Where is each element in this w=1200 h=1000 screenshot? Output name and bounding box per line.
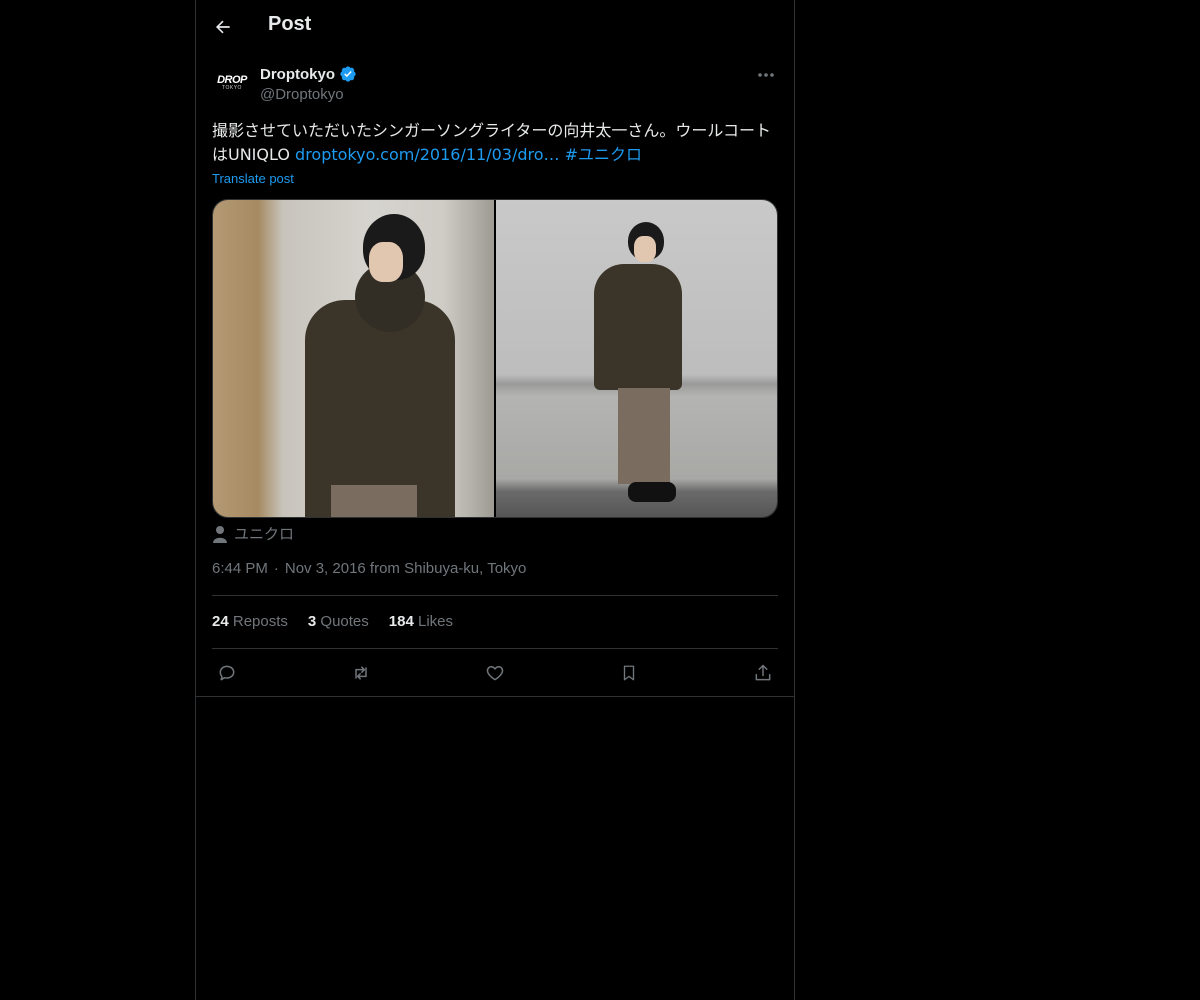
reposts-stat[interactable]: 24 Reposts <box>212 613 288 630</box>
share-button[interactable] <box>748 660 778 686</box>
post-link[interactable]: droptokyo.com/2016/11/03/dro… <box>295 145 560 164</box>
post-metadata: 6:44 PM · Nov 3, 2016 from Shibuya-ku, T… <box>212 560 526 577</box>
post-actions <box>212 660 778 686</box>
divider <box>212 648 778 649</box>
post-date-location[interactable]: Nov 3, 2016 from Shibuya-ku, Tokyo <box>285 560 527 577</box>
photo-subject-shoes <box>628 482 676 502</box>
person-icon <box>213 525 227 543</box>
post-bottom-divider <box>196 696 794 697</box>
photo-subject-pants <box>331 485 417 517</box>
quotes-stat[interactable]: 3 Quotes <box>308 613 369 630</box>
post-media <box>212 199 778 518</box>
back-button[interactable] <box>206 10 240 44</box>
post-hashtag[interactable]: #ユニクロ <box>565 145 642 164</box>
name-row: Droptokyo <box>260 65 357 83</box>
repost-icon <box>355 666 367 680</box>
reply-icon <box>219 665 235 681</box>
bookmark-icon <box>623 665 635 681</box>
post-author: DROP TOKYO Droptokyo @Droptokyo <box>212 63 778 107</box>
translate-post-link[interactable]: Translate post <box>212 171 294 186</box>
post-time[interactable]: 6:44 PM <box>212 560 268 577</box>
share-icon <box>755 664 771 681</box>
arrow-left-icon <box>216 20 230 34</box>
author-display-name[interactable]: Droptokyo <box>260 66 335 83</box>
photo-subject-pants <box>618 388 670 484</box>
avatar-logo-text: DROP <box>217 74 247 86</box>
author-handle[interactable]: @Droptokyo <box>260 86 344 103</box>
likes-stat[interactable]: 184 Likes <box>389 613 453 630</box>
post-photo-1[interactable] <box>213 200 494 517</box>
post-detail-column: Post DROP TOKYO Droptokyo @Droptokyo 撮影さ… <box>195 0 795 1000</box>
tagged-user-label: ユニクロ <box>234 526 295 543</box>
divider <box>212 595 778 596</box>
photo-subject-coat <box>594 264 682 390</box>
bookmark-button[interactable] <box>614 660 644 686</box>
post-photo-2[interactable] <box>496 200 777 517</box>
avatar-logo-subtext: TOKYO <box>222 85 242 91</box>
post-text: 撮影させていただいたシンガーソングライターの向井太一さん。ウールコートはUNIQ… <box>212 119 778 167</box>
more-icon <box>758 73 774 77</box>
more-button[interactable] <box>754 65 778 85</box>
repost-button[interactable] <box>346 660 376 686</box>
likes-label: Likes <box>417 613 454 630</box>
meta-separator: · <box>273 560 279 577</box>
reply-button[interactable] <box>212 660 242 686</box>
verified-badge-icon[interactable] <box>339 65 357 83</box>
tagged-user[interactable]: ユニクロ <box>212 523 294 544</box>
reposts-count: 24 <box>212 613 229 630</box>
post-stats: 24 Reposts 3 Quotes 184 Likes <box>212 613 453 630</box>
top-bar: Post <box>196 0 794 54</box>
page-title: Post <box>268 13 312 35</box>
photo-subject-face <box>634 236 656 262</box>
avatar[interactable]: DROP TOKYO <box>212 63 252 103</box>
likes-count: 184 <box>388 613 414 630</box>
quotes-label: Quotes <box>320 613 369 630</box>
photo-subject-face <box>369 242 403 282</box>
quotes-count: 3 <box>307 613 317 630</box>
like-button[interactable] <box>480 660 510 686</box>
reposts-label: Reposts <box>232 613 288 630</box>
heart-icon <box>486 666 504 681</box>
